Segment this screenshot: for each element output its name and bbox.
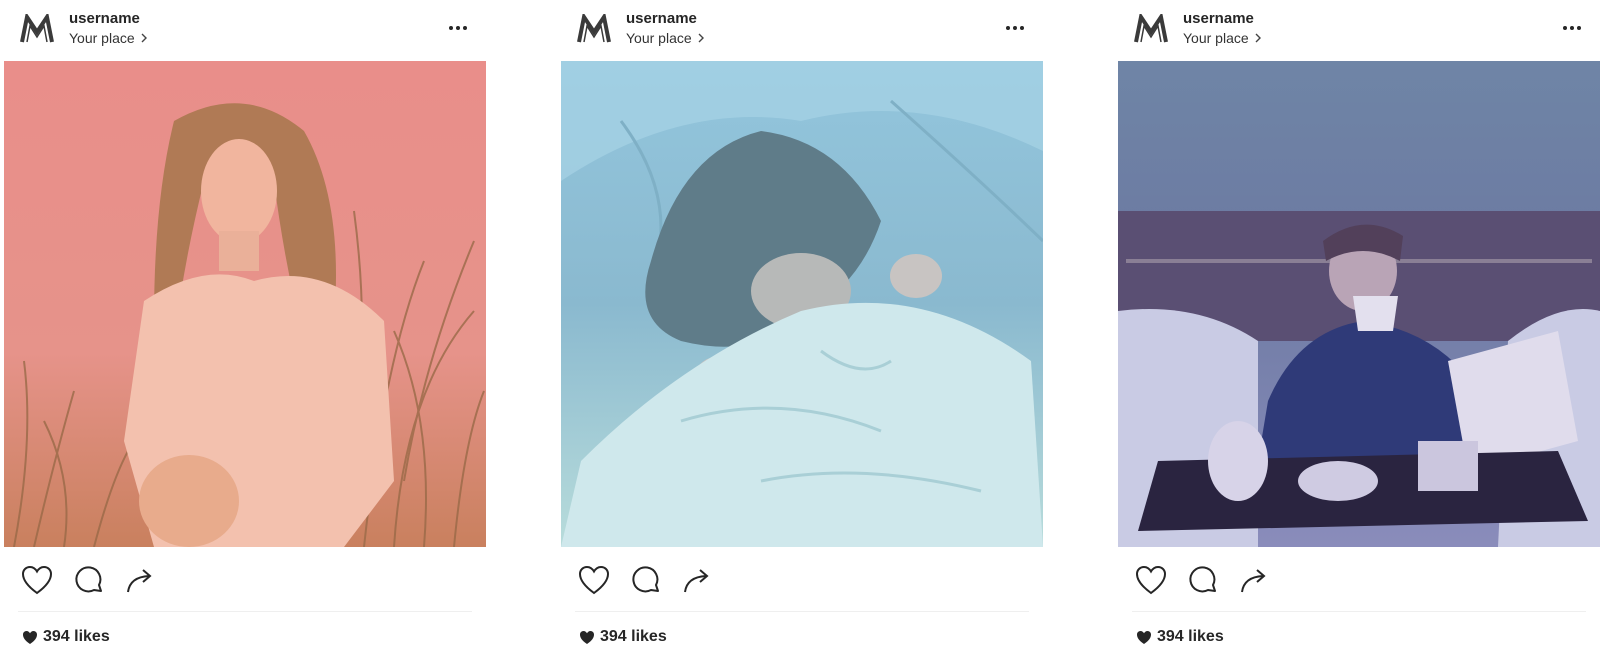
post-photo[interactable] <box>561 61 1043 547</box>
location-link[interactable]: Your place <box>1183 30 1262 46</box>
likes-text: 394 likes <box>43 628 110 645</box>
location-text: Your place <box>626 30 692 46</box>
like-button[interactable] <box>577 564 611 598</box>
more-options-icon <box>1006 26 1024 30</box>
like-button[interactable] <box>20 564 54 598</box>
comment-button[interactable] <box>1186 564 1220 598</box>
share-button[interactable] <box>1237 564 1271 598</box>
avatar[interactable] <box>20 12 54 46</box>
post-actions <box>1118 558 1600 602</box>
share-button[interactable] <box>680 564 714 598</box>
avatar[interactable] <box>577 12 611 46</box>
more-options-button[interactable] <box>446 18 470 38</box>
more-options-icon <box>449 26 467 30</box>
m-logo-icon <box>20 14 54 43</box>
username[interactable]: username <box>1183 10 1254 27</box>
post-card-2: username Your place 394 likes <box>561 0 1043 652</box>
likes-count[interactable]: 394 likes <box>1136 627 1224 647</box>
chevron-right-icon <box>141 33 147 43</box>
post-header: username Your place <box>4 0 486 60</box>
location-text: Your place <box>1183 30 1249 46</box>
comment-icon <box>632 566 659 593</box>
comment-icon <box>75 566 102 593</box>
avatar[interactable] <box>1134 12 1168 46</box>
photo-woman-in-grass <box>4 61 486 547</box>
more-options-button[interactable] <box>1560 18 1584 38</box>
post-header: username Your place <box>1118 0 1600 60</box>
likes-text: 394 likes <box>1157 628 1224 645</box>
post-actions <box>561 558 1043 602</box>
share-arrow-icon <box>1241 569 1266 593</box>
likes-text: 394 likes <box>600 628 667 645</box>
likes-count[interactable]: 394 likes <box>22 627 110 647</box>
like-button[interactable] <box>1134 564 1168 598</box>
heart-icon <box>21 565 53 595</box>
chevron-right-icon <box>1255 33 1261 43</box>
divider <box>575 611 1029 612</box>
divider <box>1132 611 1586 612</box>
heart-icon <box>578 565 610 595</box>
share-arrow-icon <box>127 569 152 593</box>
more-options-button[interactable] <box>1003 18 1027 38</box>
share-button[interactable] <box>123 564 157 598</box>
filled-heart-icon <box>580 630 594 644</box>
comment-icon <box>1189 566 1216 593</box>
post-feed: username Your place 394 likes username Y… <box>0 0 1602 652</box>
filled-heart-icon <box>23 630 37 644</box>
comment-button[interactable] <box>629 564 663 598</box>
username[interactable]: username <box>69 10 140 27</box>
filled-heart-icon <box>1137 630 1151 644</box>
divider <box>18 611 472 612</box>
m-logo-icon <box>577 14 611 43</box>
location-link[interactable]: Your place <box>626 30 705 46</box>
share-arrow-icon <box>684 569 709 593</box>
username[interactable]: username <box>626 10 697 27</box>
post-card-1: username Your place 394 likes <box>4 0 486 652</box>
post-header: username Your place <box>561 0 1043 60</box>
post-photo[interactable] <box>4 61 486 547</box>
likes-count[interactable]: 394 likes <box>579 627 667 647</box>
m-logo-icon <box>1134 14 1168 43</box>
photo-person-under-sheets <box>561 61 1043 547</box>
photo-man-breakfast-in-bed <box>1118 61 1600 547</box>
comment-button[interactable] <box>72 564 106 598</box>
post-actions <box>4 558 486 602</box>
more-options-icon <box>1563 26 1581 30</box>
post-card-3: username Your place 394 likes <box>1118 0 1600 652</box>
location-text: Your place <box>69 30 135 46</box>
post-photo[interactable] <box>1118 61 1600 547</box>
chevron-right-icon <box>698 33 704 43</box>
location-link[interactable]: Your place <box>69 30 148 46</box>
heart-icon <box>1135 565 1167 595</box>
